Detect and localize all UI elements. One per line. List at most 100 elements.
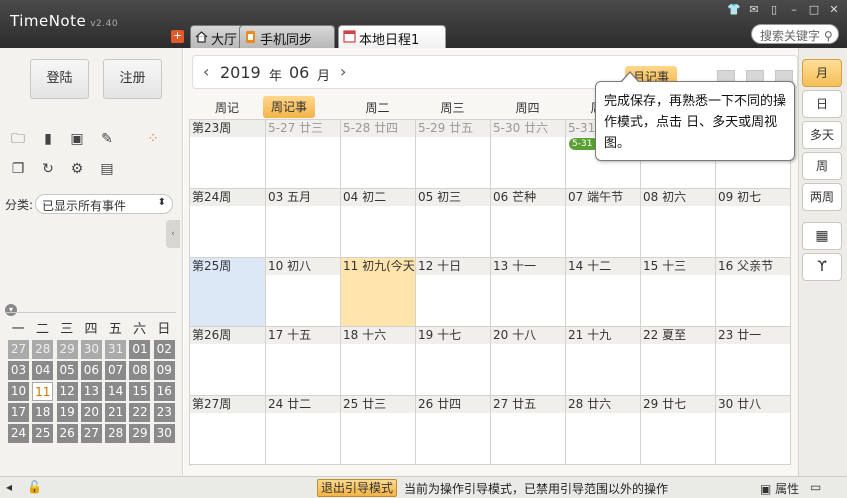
search-input[interactable]: 搜索关键字 ⚲ — [751, 24, 839, 44]
maximize-icon[interactable]: □ — [807, 3, 821, 16]
day-cell[interactable]: 28 廿六 — [566, 396, 641, 465]
view-multi-day-button[interactable]: 多天 — [802, 121, 842, 149]
mini-day[interactable]: 16 — [153, 382, 175, 401]
lock-icon[interactable]: 🔓 — [27, 480, 42, 494]
week-memo-button[interactable]: 周记事 — [263, 96, 315, 118]
day-cell[interactable]: 5-30 廿六 — [491, 120, 566, 189]
mini-day[interactable]: 29 — [129, 424, 151, 443]
category-select[interactable]: 已显示所有事件 ⬍ — [35, 194, 173, 214]
login-button[interactable]: 登陆 — [30, 59, 89, 99]
prev-month-button[interactable]: ‹ — [203, 62, 209, 81]
mini-day[interactable]: 23 — [153, 403, 175, 422]
view-two-week-button[interactable]: 两周 — [802, 183, 842, 211]
skin-icon[interactable]: 👕 — [727, 3, 741, 16]
mini-day[interactable]: 29 — [56, 340, 78, 359]
day-cell[interactable]: 23 廿一 — [716, 327, 791, 396]
day-cell[interactable]: 18 十六 — [341, 327, 416, 396]
mini-day[interactable]: 05 — [56, 361, 78, 380]
day-cell[interactable]: 5-29 廿五 — [416, 120, 491, 189]
sprout-icon[interactable]: ϒ — [802, 253, 842, 281]
week-cell[interactable]: 第24周 — [190, 189, 266, 258]
open-folder-icon[interactable]: 🗀 — [10, 131, 26, 147]
week-cell[interactable]: 第23周 — [190, 120, 266, 189]
mini-day[interactable]: 12 — [56, 382, 78, 401]
day-cell[interactable]: 24 廿二 — [266, 396, 341, 465]
edit-icon[interactable]: ✎ — [99, 131, 115, 147]
view-week-button[interactable]: 周 — [802, 152, 842, 180]
day-cell[interactable]: 05 初三 — [416, 189, 491, 258]
collapse-panel-handle[interactable]: ‹ — [166, 220, 180, 248]
mini-day[interactable]: 30 — [153, 424, 175, 443]
day-cell[interactable]: 06 芒种 — [491, 189, 566, 258]
menu-arrow-icon[interactable]: ◂ — [6, 480, 12, 494]
day-cell[interactable]: 08 初六 — [641, 189, 716, 258]
mini-day[interactable]: 22 — [129, 403, 151, 422]
mini-day[interactable]: 10 — [8, 382, 29, 401]
mini-day[interactable]: 27 — [80, 424, 102, 443]
day-cell[interactable]: 16 父亲节 — [716, 258, 791, 327]
day-cell[interactable]: 14 十二 — [566, 258, 641, 327]
mini-day[interactable]: 31 — [105, 340, 127, 359]
mini-day[interactable]: 28 — [32, 340, 54, 359]
mini-day[interactable]: 26 — [56, 424, 78, 443]
mini-day[interactable]: 19 — [56, 403, 78, 422]
mini-day[interactable]: 04 — [32, 361, 54, 380]
mini-day[interactable]: 27 — [8, 340, 29, 359]
week-cell[interactable]: 第25周 — [190, 258, 266, 327]
register-button[interactable]: 注册 — [103, 59, 162, 99]
close-icon[interactable]: ✕ — [827, 3, 841, 16]
mini-day[interactable]: 06 — [80, 361, 102, 380]
calendar-icon[interactable]: ▦ — [802, 222, 842, 250]
mobile-icon[interactable]: ▯ — [767, 3, 781, 16]
properties-button[interactable]: ▣ 属性 — [760, 480, 799, 497]
view-day-button[interactable]: 日 — [802, 90, 842, 118]
month-value[interactable]: 06 — [289, 63, 309, 82]
mini-day[interactable]: 08 — [129, 361, 151, 380]
day-cell[interactable]: 22 夏至 — [641, 327, 716, 396]
day-cell[interactable]: 04 初二 — [341, 189, 416, 258]
mini-day[interactable]: 18 — [32, 403, 54, 422]
chat-icon[interactable]: ▭ — [810, 480, 821, 494]
day-cell[interactable]: 27 廿五 — [491, 396, 566, 465]
minimize-icon[interactable]: – — [787, 3, 801, 16]
day-cell[interactable]: 12 十日 — [416, 258, 491, 327]
mini-day[interactable]: 02 — [153, 340, 175, 359]
add-tab-button[interactable]: + — [171, 30, 184, 43]
mini-day[interactable]: 14 — [105, 382, 127, 401]
tab-mobile-sync[interactable]: 手机同步 — [239, 25, 335, 48]
day-cell[interactable]: 11 初九(今天) — [341, 258, 416, 327]
mini-day[interactable]: 13 — [80, 382, 102, 401]
mini-day[interactable]: 07 — [105, 361, 127, 380]
exit-guide-button[interactable]: 退出引导模式 — [317, 479, 397, 497]
settings-icon[interactable]: ⚙ — [69, 161, 85, 177]
day-cell[interactable]: 03 五月 — [266, 189, 341, 258]
mini-day[interactable]: 11 — [32, 382, 54, 401]
mini-day[interactable]: 30 — [80, 340, 102, 359]
mini-day[interactable]: 01 — [129, 340, 151, 359]
day-cell[interactable]: 21 十九 — [566, 327, 641, 396]
day-cell[interactable]: 10 初八 — [266, 258, 341, 327]
day-cell[interactable]: 09 初七 — [716, 189, 791, 258]
mini-day[interactable]: 17 — [8, 403, 29, 422]
day-cell[interactable]: 26 廿四 — [416, 396, 491, 465]
undo-icon[interactable]: ↻ — [40, 161, 56, 177]
week-cell[interactable]: 第27周 — [190, 396, 266, 465]
day-cell[interactable]: 30 廿八 — [716, 396, 791, 465]
day-cell[interactable]: 07 端午节 — [566, 189, 641, 258]
day-cell[interactable]: 15 十三 — [641, 258, 716, 327]
next-month-button[interactable]: › — [340, 62, 346, 81]
mini-day[interactable]: 09 — [153, 361, 175, 380]
mini-day[interactable]: 21 — [105, 403, 127, 422]
new-file-icon[interactable]: ▮ — [40, 131, 56, 147]
clipboard-icon[interactable]: ▤ — [99, 161, 115, 177]
week-cell[interactable]: 第26周 — [190, 327, 266, 396]
day-cell[interactable]: 20 十八 — [491, 327, 566, 396]
day-cell[interactable]: 29 廿七 — [641, 396, 716, 465]
save-icon[interactable]: ▣ — [69, 131, 85, 147]
mini-day[interactable]: 28 — [105, 424, 127, 443]
mini-day[interactable]: 15 — [129, 382, 151, 401]
tab-lobby[interactable]: 大厅 — [190, 25, 245, 48]
mini-day[interactable]: 24 — [8, 424, 29, 443]
tab-local-schedule[interactable]: 本地日程1 — [338, 25, 446, 48]
mini-day[interactable]: 25 — [32, 424, 54, 443]
